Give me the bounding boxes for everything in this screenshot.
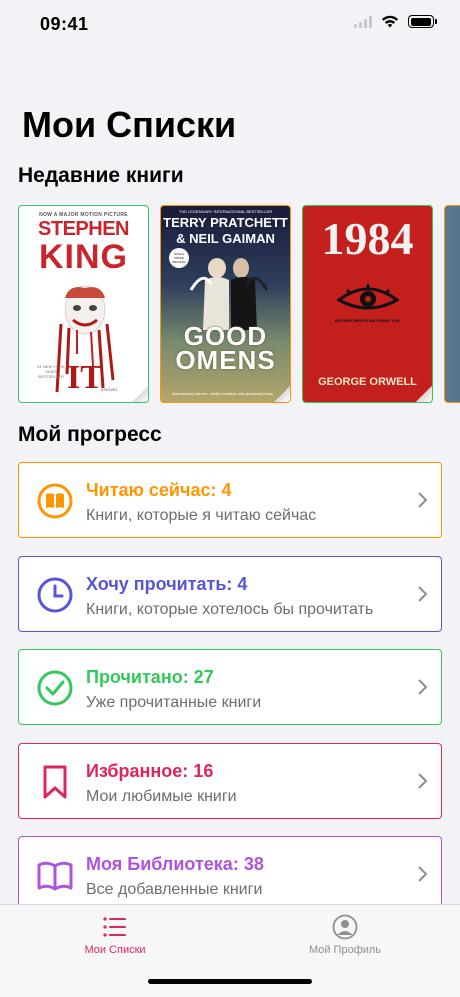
cover-blurb: #1 NEW YORK TIMES BESTSELLER xyxy=(37,364,65,379)
cover-author: GEORGE ORWELL xyxy=(318,376,417,388)
card-subtitle: Книги, которые хотелось бы прочитать xyxy=(86,601,374,618)
card-title: Прочитано: 27 xyxy=(86,667,214,687)
chevron-right-icon xyxy=(418,492,428,508)
chevron-right-icon xyxy=(418,773,428,789)
cover-quote: Marvellously bizarre, wildly inventive a… xyxy=(171,391,274,396)
checkmark-circle-icon xyxy=(37,670,73,706)
cellular-signal-icon xyxy=(354,15,372,28)
cover-author-second: & NEIL GAIMAN xyxy=(176,231,275,246)
tab-label: Мои Списки xyxy=(84,944,146,956)
battery-icon xyxy=(408,15,437,28)
cover-author-last: KING xyxy=(39,238,128,276)
tab-my-lists[interactable]: Мои Списки xyxy=(0,905,230,965)
tab-label: Мой Профиль xyxy=(308,944,382,956)
card-subtitle: Книги, которые я читаю сейчас xyxy=(86,507,317,524)
cover-badge: NOW A PRIME ORIGINAL xyxy=(169,248,189,268)
progress-card-want-to-read[interactable]: Хочу прочитать: 4 Книги, которые хотелос… xyxy=(18,556,442,632)
card-title: Хочу прочитать: 4 xyxy=(86,574,248,594)
home-indicator xyxy=(148,979,312,984)
cover-tagline: THE LEGENDARY INTERNATIONAL BESTSELLER xyxy=(178,209,273,214)
cover-subtitle: BIG BROTHER IS WATCHING YOU xyxy=(334,318,401,323)
chevron-right-icon xyxy=(418,586,428,602)
tab-my-profile[interactable]: Мой Профиль xyxy=(230,905,460,965)
book-cover-1984[interactable]: 1984 BIG BROTHER IS WATCHING YOU GEORGE … xyxy=(302,205,433,403)
status-time: 09:41 xyxy=(40,14,89,34)
status-icons xyxy=(354,14,437,29)
book-cover-good-omens[interactable]: THE LEGENDARY INTERNATIONAL BESTSELLER T… xyxy=(160,205,291,403)
recent-books-carousel[interactable]: NOW A MAJOR MOTION PICTURE STEPHEN KING … xyxy=(18,205,460,405)
card-subtitle: Все добавленные книги xyxy=(86,881,263,898)
card-subtitle: Уже прочитанные книги xyxy=(86,694,262,711)
page-title: Мои Списки xyxy=(22,104,237,145)
cover-title: GOOD OMENS xyxy=(175,321,276,375)
card-title: Читаю сейчас: 4 xyxy=(86,480,232,500)
chevron-right-icon xyxy=(418,866,428,882)
eye-icon xyxy=(337,284,399,310)
chevron-right-icon xyxy=(418,679,428,695)
wifi-icon xyxy=(381,15,399,28)
svg-text:IT: IT xyxy=(67,359,103,392)
page-curl-icon xyxy=(416,386,432,402)
book-cover-it[interactable]: NOW A MAJOR MOTION PICTURE STEPHEN KING … xyxy=(18,205,149,403)
cover-novel-label: A NOVEL xyxy=(100,387,118,392)
list-icon xyxy=(103,917,126,937)
clock-icon xyxy=(37,577,73,613)
progress-card-reading[interactable]: Читаю сейчас: 4 Книги, которые я читаю с… xyxy=(18,462,442,538)
progress-card-read[interactable]: Прочитано: 27 Уже прочитанные книги xyxy=(18,649,442,725)
page-curl-icon xyxy=(132,386,148,402)
status-bar: 09:41 xyxy=(0,0,460,50)
page-curl-icon xyxy=(274,386,290,402)
open-book-circle-icon xyxy=(37,483,73,519)
progress-card-library[interactable]: Моя Библиотека: 38 Все добавленные книги xyxy=(18,836,442,912)
angel-demon-illustration xyxy=(189,258,269,330)
progress-card-favorites[interactable]: Избранное: 16 Мои любимые книги xyxy=(18,743,442,819)
cover-author-first: TERRY PRATCHETT xyxy=(163,215,288,230)
card-title: Моя Библиотека: 38 xyxy=(86,854,264,874)
book-cover-partial[interactable] xyxy=(444,205,460,403)
book-icon xyxy=(37,861,73,891)
bookmark-icon xyxy=(43,765,67,799)
card-title: Избранное: 16 xyxy=(86,761,214,781)
recent-books-title: Недавние книги xyxy=(18,164,184,187)
cover-title: 1984 xyxy=(321,213,414,264)
progress-section-title: Мой прогресс xyxy=(18,423,162,446)
profile-icon xyxy=(332,914,358,940)
card-subtitle: Мои любимые книги xyxy=(86,788,237,805)
